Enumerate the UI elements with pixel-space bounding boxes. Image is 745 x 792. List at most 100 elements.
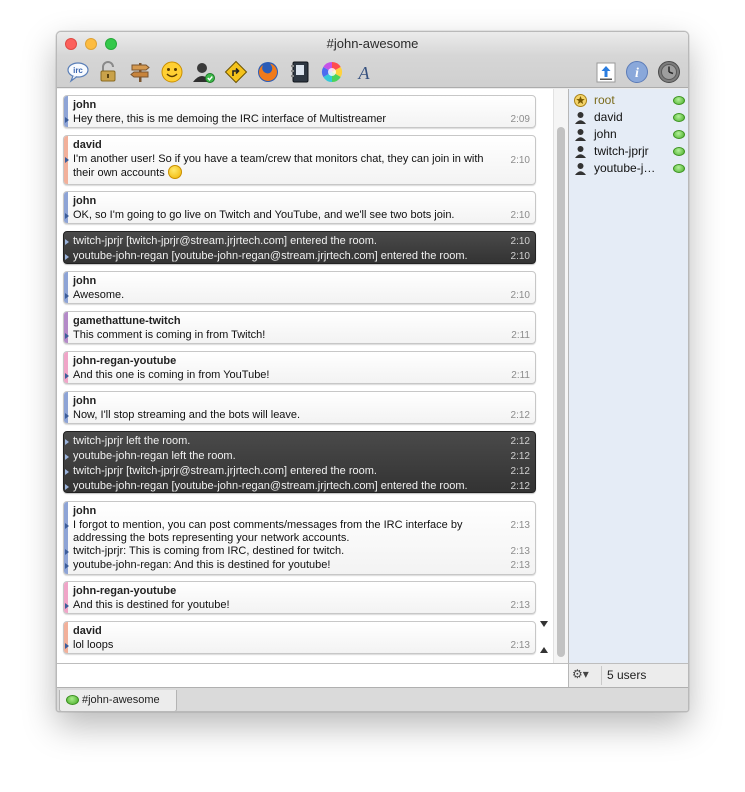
timestamp: 2:13: [510, 520, 530, 531]
bullet-triangle-icon: [65, 333, 69, 339]
bullet-triangle-icon: [65, 439, 69, 445]
user-check-icon[interactable]: [191, 59, 217, 85]
chat-message: john Hey there, this is me demoing the IR…: [63, 95, 536, 128]
irc-window: #john-awesome irc A i john Hey there, th…: [56, 31, 689, 712]
event-text: twitch-jprjr [twitch-jprjr@stream.jrjrte…: [73, 235, 377, 247]
message-nick: david: [73, 139, 102, 151]
message-text: OK, so I'm going to go live on Twitch an…: [73, 209, 455, 222]
bullet-triangle-icon: [65, 643, 69, 649]
status-event-block: twitch-jprjr left the room. 2:12 youtube-j…: [63, 431, 536, 493]
timestamp: 2:11: [511, 330, 530, 341]
message-nick: john-regan-youtube: [73, 355, 177, 367]
message-text-content: OK, so I'm going to go live on Twitch an…: [73, 209, 455, 221]
message-text-content: youtube-john-regan: And this is destined…: [73, 559, 331, 571]
chat-message: john OK, so I'm going to go live on Twitc…: [63, 191, 536, 224]
lock-icon[interactable]: [95, 59, 121, 85]
route-sign-icon[interactable]: [223, 59, 249, 85]
user-icon: [574, 128, 587, 141]
timestamp: 2:12: [510, 466, 530, 477]
event-text: youtube-john-regan [youtube-john-regan@s…: [73, 480, 468, 492]
transcript-scrollbar[interactable]: [553, 89, 568, 663]
chat-message: john-regan-youtube And this is destined f…: [63, 581, 536, 614]
smiley-emoticon-icon: [167, 165, 182, 179]
chat-message: david lol loops 2:13: [63, 621, 536, 654]
timestamp: 2:10: [510, 251, 530, 262]
tab-bar: #john-awesome: [57, 687, 688, 711]
gear-icon[interactable]: ⚙▾: [572, 667, 598, 684]
bullet-triangle-icon: [65, 373, 69, 379]
event-text: twitch-jprjr [twitch-jprjr@stream.jrjrte…: [73, 465, 377, 477]
signpost-icon[interactable]: [127, 59, 153, 85]
share-icon[interactable]: [593, 59, 619, 85]
bullet-triangle-icon: [65, 523, 69, 529]
message-text: Awesome.: [73, 289, 124, 302]
chat-bubble-icon: [66, 695, 79, 705]
bullet-triangle-icon: [65, 117, 69, 123]
event-text: youtube-john-regan [youtube-john-regan@s…: [73, 250, 468, 262]
user-name: root: [594, 93, 615, 107]
message-text-content: Awesome.: [73, 289, 125, 301]
smiley-icon[interactable]: [159, 59, 185, 85]
message-text: I forgot to mention, you can post commen…: [73, 519, 493, 545]
status-bubble-icon: [673, 113, 685, 122]
bullet-triangle-icon: [65, 213, 69, 219]
message-text: I'm another user! So if you have a team/…: [73, 153, 493, 180]
message-text-content: I forgot to mention, you can post commen…: [73, 519, 463, 544]
timestamp: 2:12: [510, 451, 530, 462]
message-text: And this is destined for youtube!: [73, 599, 230, 612]
message-list: john Hey there, this is me demoing the IR…: [57, 89, 553, 663]
bullet-triangle-icon: [65, 413, 69, 419]
message-nick: john: [73, 99, 97, 111]
bullet-triangle-icon: [65, 254, 69, 260]
irc-icon[interactable]: irc: [65, 59, 91, 85]
color-wheel-icon[interactable]: [319, 59, 345, 85]
timestamp: 2:12: [510, 481, 530, 492]
clock-icon[interactable]: [656, 59, 682, 85]
status-bubble-icon: [673, 147, 685, 156]
message-text-content: lol loops: [73, 639, 114, 651]
user-list: root david john twitch-jprjr youtube-j…: [568, 89, 688, 663]
bullet-triangle-icon: [65, 563, 69, 569]
bullet-triangle-icon: [65, 293, 69, 299]
firefox-icon[interactable]: [255, 59, 281, 85]
user-list-footer: ⚙▾ 5 users: [568, 663, 688, 687]
scroll-up-arrow-icon[interactable]: [540, 647, 548, 653]
bullet-triangle-icon: [65, 484, 69, 490]
tab-john-awesome[interactable]: #john-awesome: [59, 690, 177, 711]
user-list-item[interactable]: john: [569, 126, 688, 143]
svg-text:i: i: [635, 66, 639, 81]
timestamp: 2:12: [510, 410, 530, 421]
status-event-block: twitch-jprjr [twitch-jprjr@stream.jrjrte…: [63, 231, 536, 264]
message-nick: john: [73, 195, 97, 207]
timestamp: 2:12: [510, 436, 530, 447]
toolbar: irc A i: [57, 56, 688, 88]
status-bubble-icon: [673, 130, 685, 139]
user-list-item[interactable]: root: [569, 92, 688, 109]
bullet-triangle-icon: [65, 157, 69, 163]
bullet-triangle-icon: [65, 603, 69, 609]
timestamp: 2:13: [510, 640, 530, 651]
message-input[interactable]: [57, 663, 568, 687]
user-list-item[interactable]: twitch-jprjr: [569, 143, 688, 160]
info-icon[interactable]: i: [624, 59, 650, 85]
timestamp: 2:11: [511, 370, 530, 381]
message-text: And this one is coming in from YouTube!: [73, 369, 270, 382]
scrollbar-thumb[interactable]: [557, 127, 565, 657]
divider: [601, 666, 602, 685]
timestamp: 2:13: [510, 546, 530, 557]
timestamp: 2:13: [510, 600, 530, 611]
user-count: 5 users: [607, 668, 647, 682]
timestamp: 2:09: [510, 114, 530, 125]
bullet-triangle-icon: [65, 549, 69, 555]
timestamp: 2:10: [510, 236, 530, 247]
user-name: john: [594, 127, 617, 141]
user-list-item[interactable]: youtube-j…: [569, 160, 688, 177]
scroll-down-arrow-icon[interactable]: [540, 621, 548, 627]
bullet-triangle-icon: [65, 239, 69, 245]
user-list-item[interactable]: david: [569, 109, 688, 126]
font-icon[interactable]: A: [351, 59, 377, 85]
user-name: youtube-j…: [594, 161, 656, 175]
timestamp: 2:13: [510, 560, 530, 571]
event-text: youtube-john-regan left the room.: [73, 450, 236, 462]
notebook-icon[interactable]: [287, 59, 313, 85]
